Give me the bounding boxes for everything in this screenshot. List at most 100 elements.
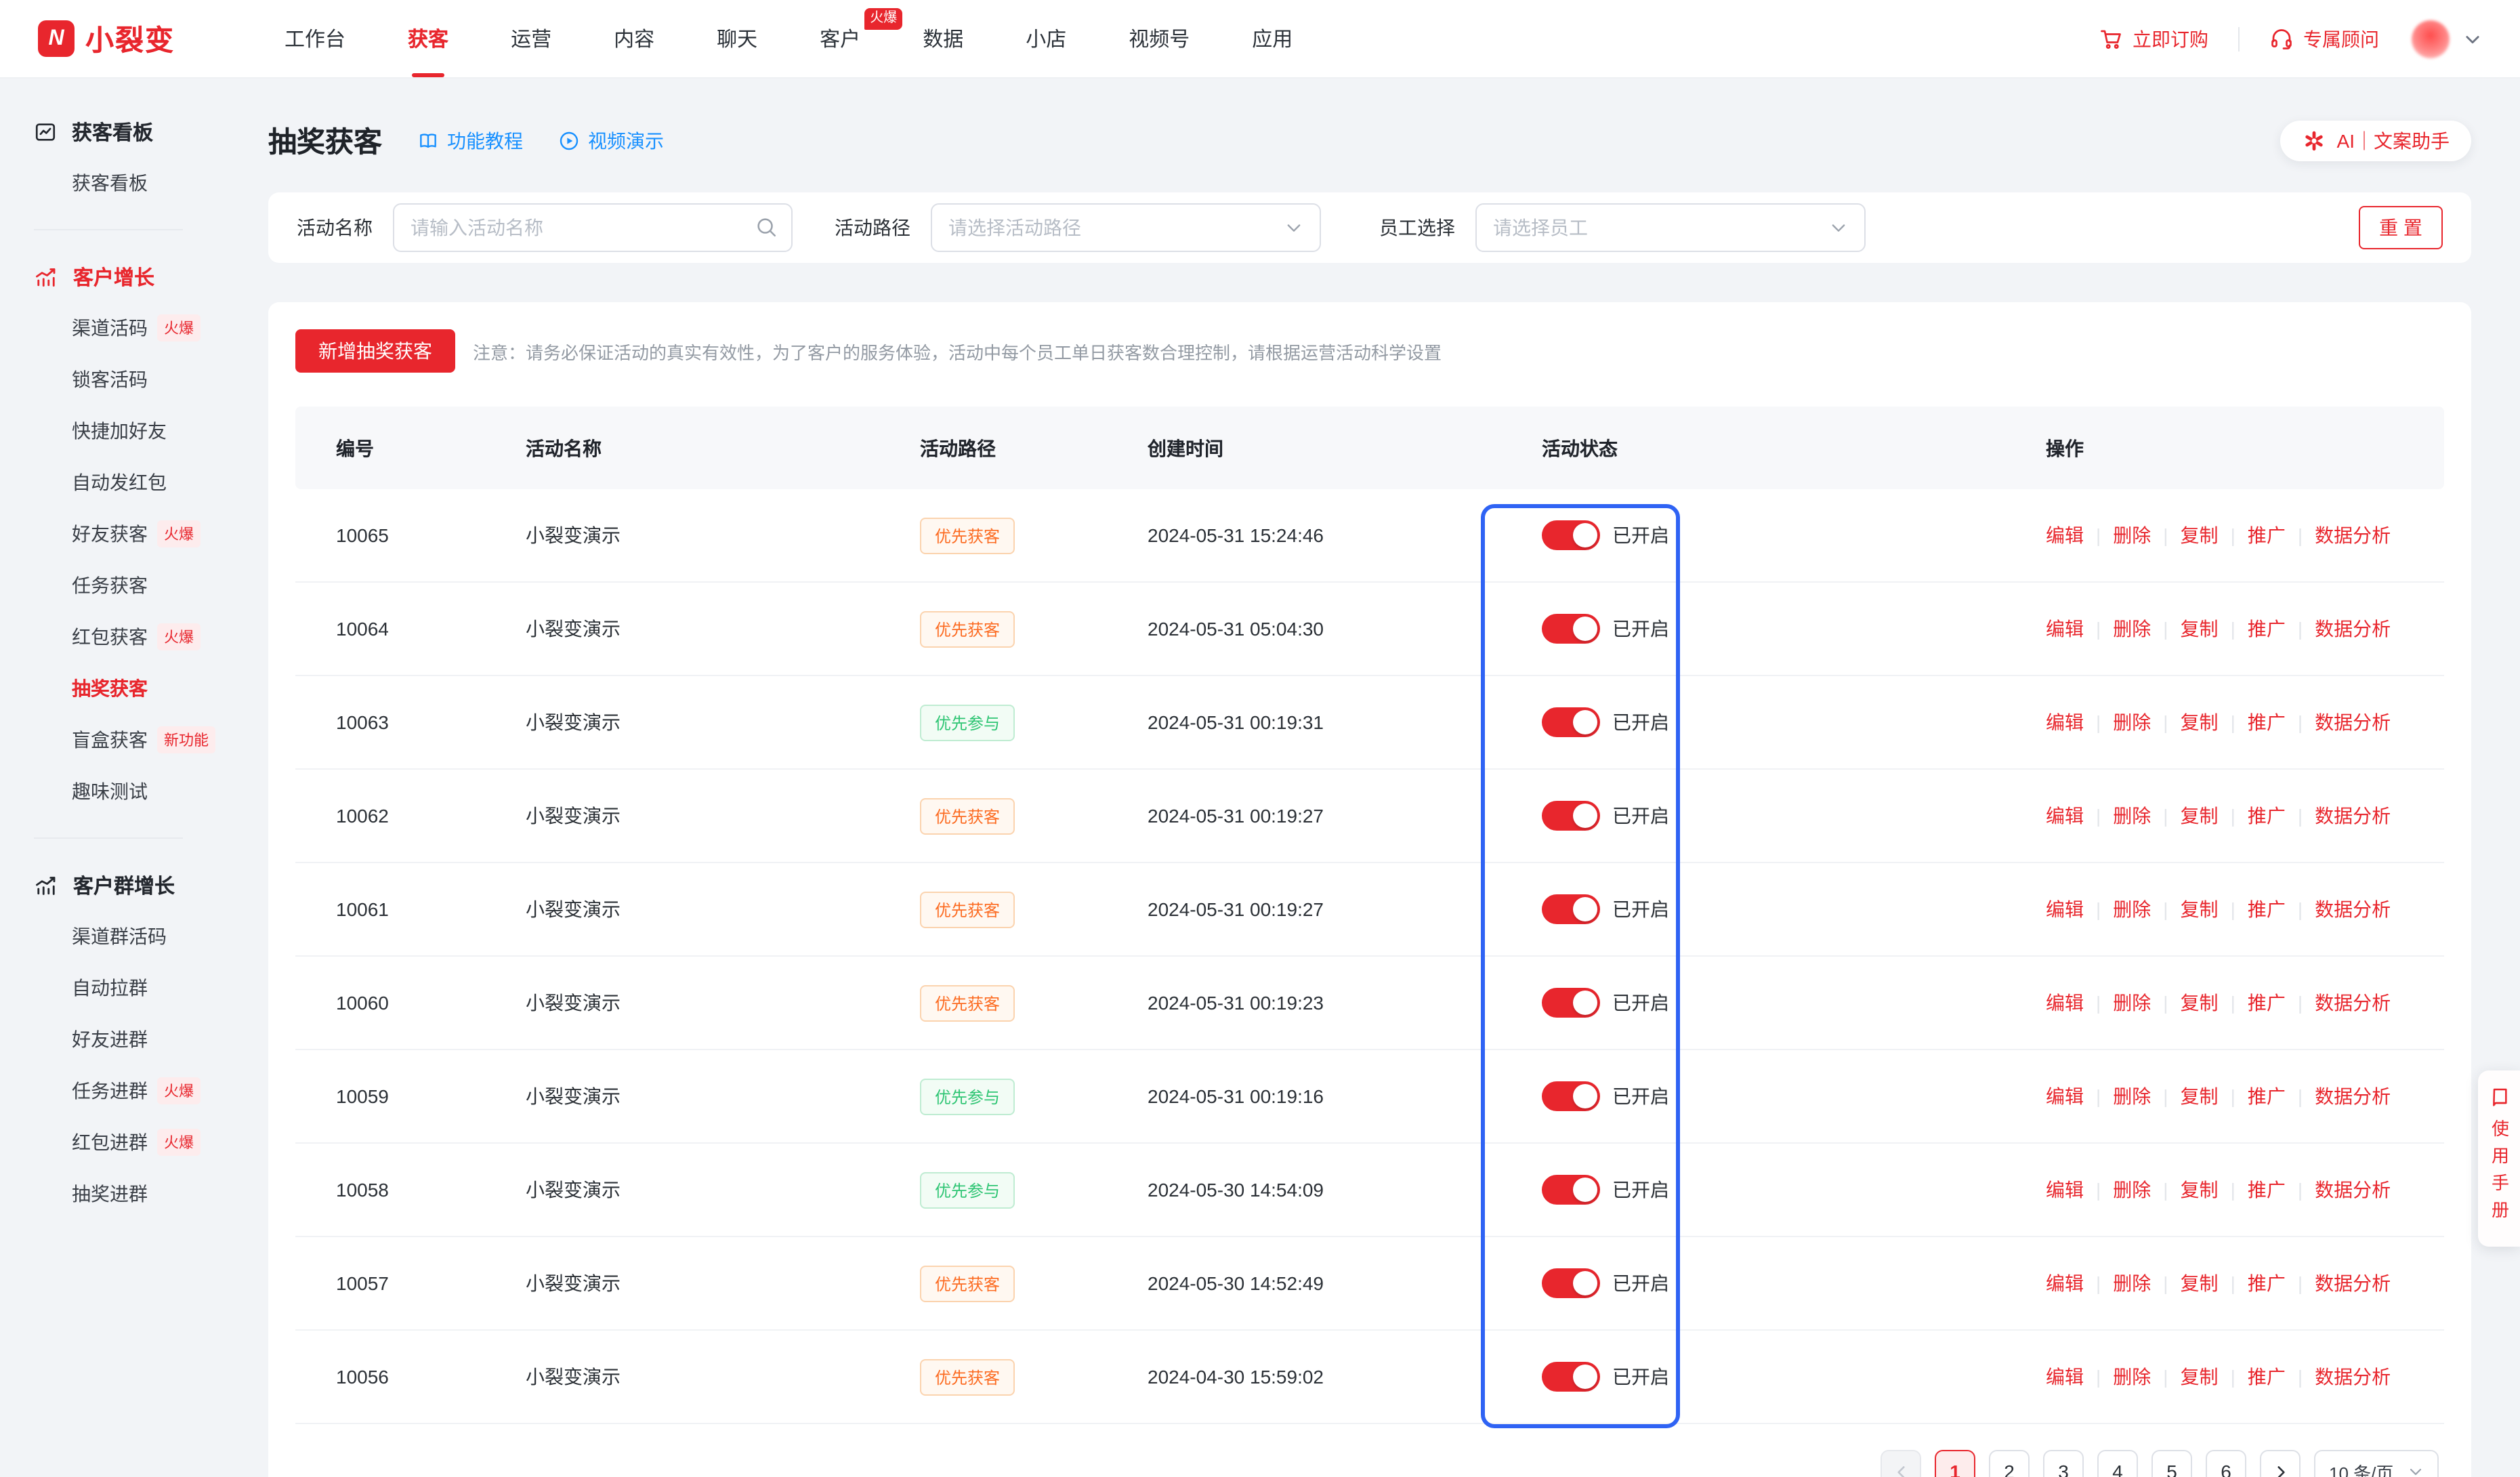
action-link-0[interactable]: 编辑 [2046, 522, 2084, 549]
nav-item-7[interactable]: 小店 [994, 0, 1097, 77]
page-number-button-2[interactable]: 2 [1989, 1450, 2030, 1477]
sidebar-item-2-1[interactable]: 自动拉群 [34, 962, 217, 1014]
user-manual-tab[interactable]: 使用手册 [2478, 1070, 2520, 1247]
sidebar-item-2-3[interactable]: 任务进群 火爆 [34, 1065, 217, 1117]
sidebar-item-1-5[interactable]: 任务获客 [34, 560, 217, 611]
action-link-3[interactable]: 推广 [2248, 1363, 2286, 1390]
logo[interactable]: N 小裂变 [38, 18, 175, 59]
sidebar-item-2-4[interactable]: 红包进群 火爆 [34, 1117, 217, 1168]
page-number-button-4[interactable]: 4 [2097, 1450, 2138, 1477]
order-now-button[interactable]: 立即订购 [2099, 25, 2208, 52]
search-icon[interactable] [755, 215, 778, 238]
action-link-1[interactable]: 删除 [2113, 896, 2151, 923]
sidebar-item-1-8[interactable]: 盲盒获客 新功能 [34, 714, 217, 766]
action-link-0[interactable]: 编辑 [2046, 1363, 2084, 1390]
action-link-4[interactable]: 数据分析 [2315, 709, 2391, 736]
action-link-4[interactable]: 数据分析 [2315, 615, 2391, 642]
action-link-0[interactable]: 编辑 [2046, 896, 2084, 923]
action-link-3[interactable]: 推广 [2248, 896, 2286, 923]
action-link-4[interactable]: 数据分析 [2315, 1363, 2391, 1390]
status-toggle[interactable] [1542, 1362, 1600, 1392]
ai-copy-assistant-button[interactable]: AI｜文案助手 [2280, 121, 2471, 161]
tutorial-link[interactable]: 功能教程 [417, 127, 523, 154]
action-link-1[interactable]: 删除 [2113, 1270, 2151, 1297]
page-number-button-6[interactable]: 6 [2206, 1450, 2246, 1477]
action-link-3[interactable]: 推广 [2248, 1083, 2286, 1110]
sidebar-item-1-4[interactable]: 好友获客 火爆 [34, 508, 217, 560]
action-link-3[interactable]: 推广 [2248, 1176, 2286, 1203]
action-link-0[interactable]: 编辑 [2046, 1083, 2084, 1110]
action-link-1[interactable]: 删除 [2113, 802, 2151, 829]
action-link-1[interactable]: 删除 [2113, 615, 2151, 642]
nav-item-1[interactable]: 获客 [377, 0, 480, 77]
action-link-1[interactable]: 删除 [2113, 1176, 2151, 1203]
action-link-4[interactable]: 数据分析 [2315, 896, 2391, 923]
action-link-4[interactable]: 数据分析 [2315, 1083, 2391, 1110]
status-toggle[interactable] [1542, 801, 1600, 831]
action-link-2[interactable]: 复制 [2181, 522, 2219, 549]
nav-item-3[interactable]: 内容 [583, 0, 686, 77]
sidebar-item-1-2[interactable]: 快捷加好友 [34, 405, 217, 457]
action-link-2[interactable]: 复制 [2181, 896, 2219, 923]
sidebar-item-1-6[interactable]: 红包获客 火爆 [34, 611, 217, 663]
prev-page-button[interactable] [1881, 1450, 1921, 1477]
nav-item-9[interactable]: 应用 [1221, 0, 1324, 77]
action-link-2[interactable]: 复制 [2181, 615, 2219, 642]
video-demo-link[interactable]: 视频演示 [558, 127, 664, 154]
action-link-2[interactable]: 复制 [2181, 1270, 2219, 1297]
page-number-button-3[interactable]: 3 [2043, 1450, 2084, 1477]
sidebar-item-2-5[interactable]: 抽奖进群 [34, 1168, 217, 1220]
page-size-select[interactable]: 10 条/页 [2314, 1450, 2439, 1477]
action-link-2[interactable]: 复制 [2181, 1363, 2219, 1390]
action-link-1[interactable]: 删除 [2113, 1363, 2151, 1390]
action-link-3[interactable]: 推广 [2248, 802, 2286, 829]
action-link-3[interactable]: 推广 [2248, 1270, 2286, 1297]
sidebar-item-1-9[interactable]: 趣味测试 [34, 766, 217, 817]
staff-select[interactable]: 请选择员工 [1475, 203, 1866, 252]
nav-item-5[interactable]: 客户 火爆 [789, 0, 891, 77]
status-toggle[interactable] [1542, 1081, 1600, 1111]
status-toggle[interactable] [1542, 520, 1600, 550]
sidebar-group-header[interactable]: 客户增长 [34, 251, 217, 302]
action-link-3[interactable]: 推广 [2248, 709, 2286, 736]
status-toggle[interactable] [1542, 988, 1600, 1018]
action-link-3[interactable]: 推广 [2248, 989, 2286, 1016]
action-link-0[interactable]: 编辑 [2046, 709, 2084, 736]
action-link-3[interactable]: 推广 [2248, 522, 2286, 549]
status-toggle[interactable] [1542, 894, 1600, 924]
sidebar-item-1-0[interactable]: 渠道活码 火爆 [34, 302, 217, 354]
action-link-1[interactable]: 删除 [2113, 709, 2151, 736]
next-page-button[interactable] [2260, 1450, 2301, 1477]
action-link-4[interactable]: 数据分析 [2315, 802, 2391, 829]
action-link-2[interactable]: 复制 [2181, 1083, 2219, 1110]
action-link-2[interactable]: 复制 [2181, 802, 2219, 829]
page-number-button-1[interactable]: 1 [1935, 1450, 1975, 1477]
action-link-1[interactable]: 删除 [2113, 522, 2151, 549]
nav-item-4[interactable]: 聊天 [686, 0, 789, 77]
nav-item-2[interactable]: 运营 [480, 0, 583, 77]
activity-path-select[interactable]: 请选择活动路径 [931, 203, 1321, 252]
sidebar-item-1-3[interactable]: 自动发红包 [34, 457, 217, 508]
chevron-down-icon[interactable] [2463, 29, 2482, 48]
action-link-2[interactable]: 复制 [2181, 989, 2219, 1016]
advisor-button[interactable]: 专属顾问 [2269, 25, 2379, 52]
add-lottery-button[interactable]: 新增抽奖获客 [295, 329, 455, 373]
action-link-2[interactable]: 复制 [2181, 1176, 2219, 1203]
reset-button[interactable]: 重 置 [2359, 206, 2443, 249]
sidebar-item-2-2[interactable]: 好友进群 [34, 1014, 217, 1065]
action-link-0[interactable]: 编辑 [2046, 989, 2084, 1016]
action-link-0[interactable]: 编辑 [2046, 615, 2084, 642]
action-link-1[interactable]: 删除 [2113, 1083, 2151, 1110]
action-link-4[interactable]: 数据分析 [2315, 1270, 2391, 1297]
action-link-0[interactable]: 编辑 [2046, 1176, 2084, 1203]
action-link-3[interactable]: 推广 [2248, 615, 2286, 642]
nav-item-0[interactable]: 工作台 [253, 0, 377, 77]
action-link-4[interactable]: 数据分析 [2315, 522, 2391, 549]
status-toggle[interactable] [1542, 1175, 1600, 1205]
avatar[interactable] [2412, 20, 2450, 58]
activity-name-input[interactable] [393, 203, 793, 252]
sidebar-item-0-0[interactable]: 获客看板 [34, 157, 217, 209]
action-link-0[interactable]: 编辑 [2046, 1270, 2084, 1297]
sidebar-group-header[interactable]: 客户群增长 [34, 859, 217, 911]
action-link-4[interactable]: 数据分析 [2315, 989, 2391, 1016]
